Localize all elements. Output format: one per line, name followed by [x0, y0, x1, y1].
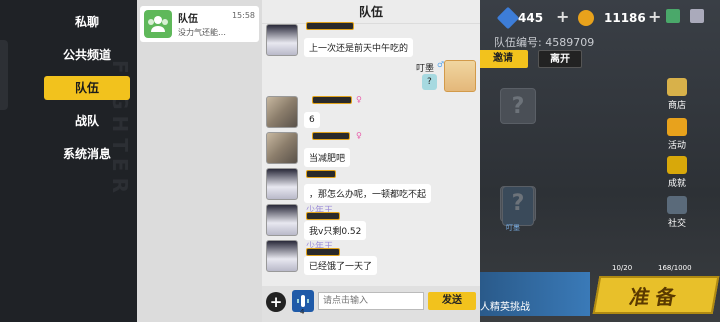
- invite-button[interactable]: 邀请: [478, 50, 528, 68]
- chat-header: 队伍: [262, 0, 480, 24]
- avatar[interactable]: [266, 240, 298, 272]
- events-icon: [667, 118, 687, 136]
- conversation-item-team[interactable]: 队伍 15:58 没力气还能…: [140, 6, 259, 42]
- avatar[interactable]: [444, 60, 476, 92]
- leave-button[interactable]: 离开: [538, 50, 582, 68]
- avatar[interactable]: [266, 168, 298, 200]
- panel-edge: [0, 40, 8, 110]
- avatar[interactable]: [266, 132, 298, 164]
- conversation-time: 15:58: [231, 11, 255, 20]
- redacted-name: [312, 132, 350, 140]
- trophy-icon: [667, 156, 687, 174]
- events-button[interactable]: 活动: [666, 118, 688, 151]
- team-number: 队伍编号: 4589709: [494, 36, 595, 49]
- empty-slot[interactable]: ?: [500, 88, 536, 124]
- send-button[interactable]: 发送: [428, 292, 476, 310]
- avatar[interactable]: [266, 204, 298, 236]
- category-private[interactable]: 私聊: [44, 10, 130, 34]
- redacted-name: [312, 96, 352, 104]
- settings-icon[interactable]: [690, 9, 704, 23]
- category-public[interactable]: 公共频道: [44, 43, 130, 67]
- grid-menu-icon[interactable]: [666, 9, 680, 23]
- message-bubble: 已经饿了一天了: [304, 256, 378, 275]
- achievements-button[interactable]: 成就: [666, 156, 688, 189]
- redacted-name: [306, 248, 340, 256]
- level-progress-right: 168/1000: [658, 264, 692, 272]
- elite-challenge-banner[interactable]: 人精英挑战: [480, 272, 590, 316]
- gem-count: 445: [518, 11, 544, 25]
- redacted-name: [306, 22, 354, 30]
- redacted-name: [306, 170, 336, 178]
- level-progress-left: 10/20: [612, 264, 633, 272]
- message-bubble: 6: [304, 112, 320, 128]
- gem-icon: [496, 6, 520, 30]
- add-gems-icon[interactable]: +: [556, 7, 569, 26]
- add-coins-icon[interactable]: +: [648, 7, 661, 26]
- category-team[interactable]: 队伍: [44, 76, 130, 100]
- chat-input-bar: + 4 发送: [262, 286, 480, 322]
- resource-bar: 445 + 11186 +: [480, 0, 720, 36]
- message-bubble: ，那怎么办呢，一顿都吃不起: [304, 184, 432, 203]
- coin-icon: [578, 10, 594, 26]
- shop-button[interactable]: 商店: [666, 78, 688, 111]
- message-input[interactable]: [318, 292, 424, 310]
- shop-icon: [667, 78, 687, 96]
- redacted-name: [306, 212, 340, 220]
- sender-name: 叮墨: [416, 64, 435, 74]
- avatar[interactable]: [266, 96, 298, 128]
- chat-category-panel: FIGHTER 私聊 公共频道 队伍 战队 系统消息: [0, 0, 137, 322]
- social-button[interactable]: 社交: [666, 196, 688, 229]
- message-bubble: 当减肥吧: [304, 148, 351, 167]
- add-attachment-button[interactable]: +: [266, 292, 286, 312]
- avatar[interactable]: [266, 24, 298, 56]
- group-avatar-icon: [144, 10, 172, 38]
- category-clan[interactable]: 战队: [44, 109, 130, 133]
- conversation-title: 队伍: [178, 14, 198, 25]
- female-icon: ♀: [356, 95, 362, 104]
- game-lobby-background: 445 + 11186 + 队伍编号: 4589709 邀请 离开 ? ? ? …: [478, 0, 720, 322]
- female-icon: ♀: [356, 131, 362, 140]
- message-bubble: 上一次还是前天中午吃的: [304, 38, 414, 57]
- player-slot-name: 叮墨: [506, 224, 520, 232]
- category-system[interactable]: 系统消息: [44, 142, 130, 166]
- chat-window: 队伍 上一次还是前天中午吃的 叮墨 ♂ ? ♀ 6 ♀ 当减肥吧 ，那怎么办呢，…: [262, 0, 480, 322]
- social-icon: [667, 196, 687, 214]
- coin-count: 11186: [604, 11, 646, 25]
- message-bubble: ?: [422, 74, 437, 90]
- voice-count: 4: [300, 308, 305, 316]
- ready-button[interactable]: 准备: [592, 276, 720, 314]
- conversation-list: 队伍 15:58 没力气还能…: [137, 0, 262, 322]
- message-bubble: 我v只剩0.52: [304, 221, 367, 240]
- player-slot[interactable]: ?: [502, 186, 534, 226]
- conversation-preview: 没力气还能…: [178, 28, 226, 37]
